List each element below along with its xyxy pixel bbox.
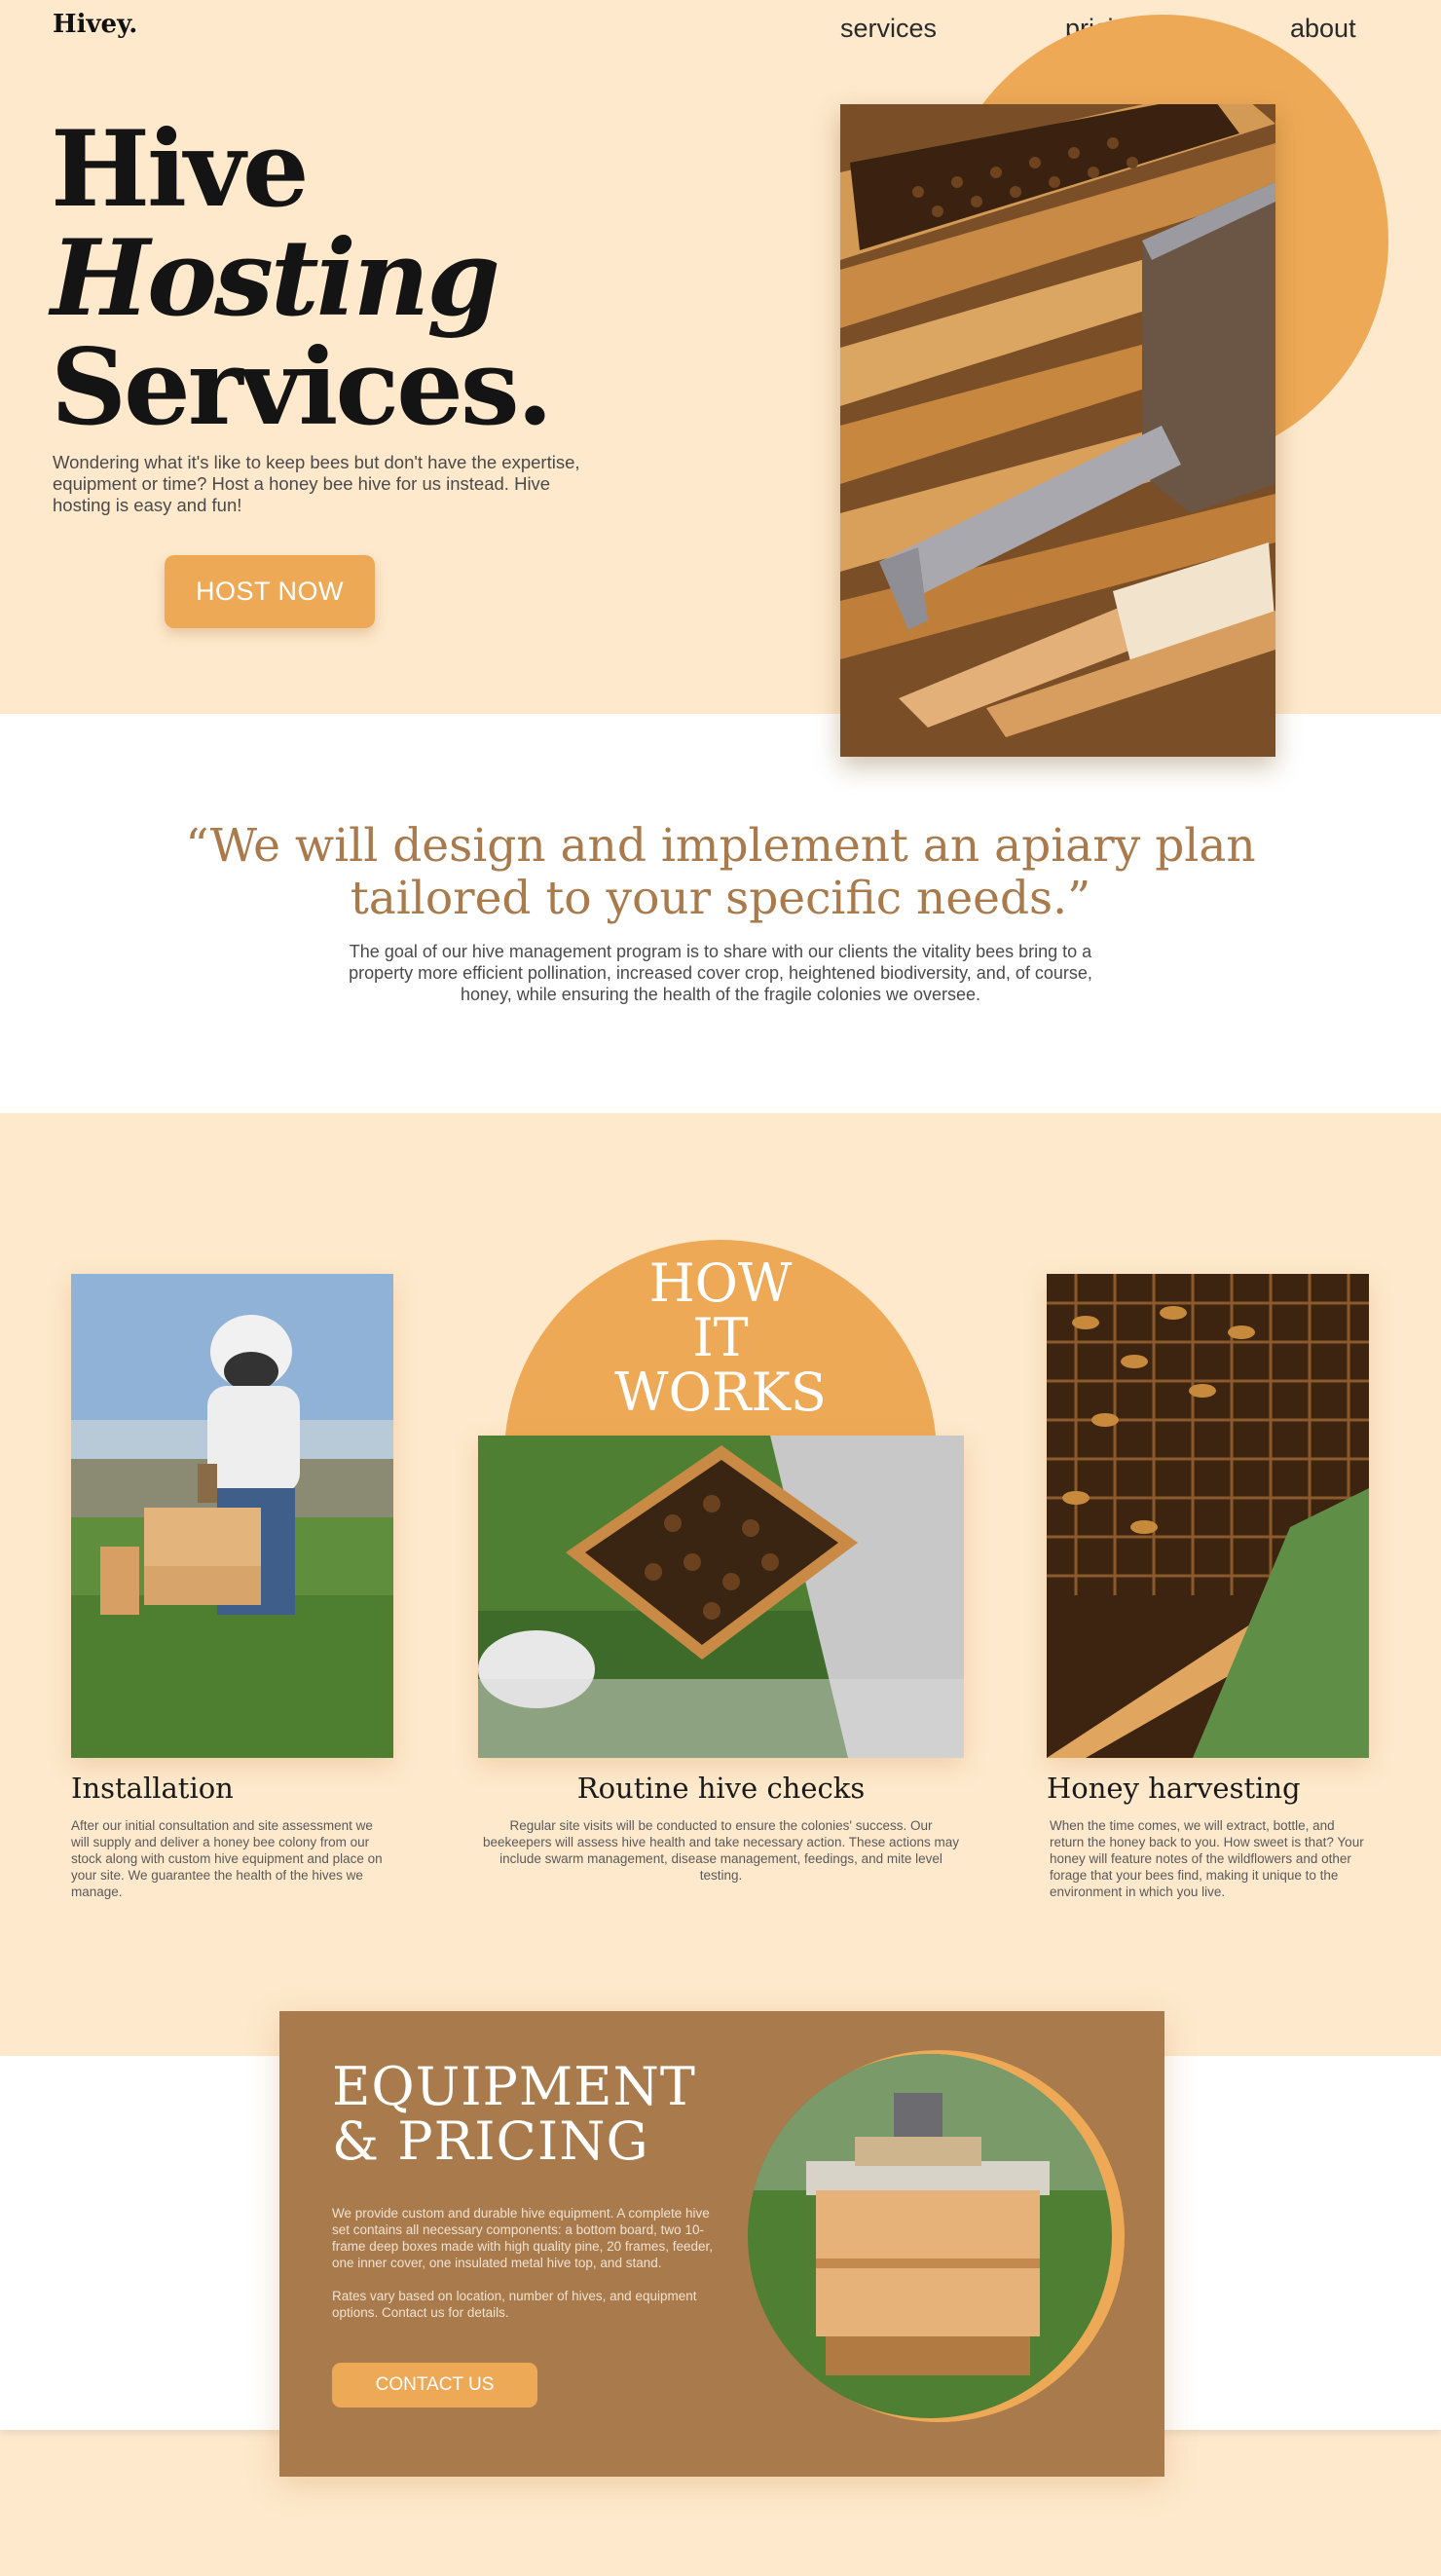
beekeeper-illustration xyxy=(71,1274,393,1758)
how-it-works-line-3: WORKS xyxy=(614,1362,827,1423)
equipment-pricing-title: EQUIPMENT & PRICING xyxy=(332,2060,696,2169)
card-title-honey-harvesting: Honey harvesting xyxy=(1047,1772,1301,1805)
card-text-honey-harvesting: When the time comes, we will extract, bo… xyxy=(1050,1818,1364,1899)
quote-body: The goal of our hive management program … xyxy=(349,942,1092,1004)
card-text-installation: After our initial consultation and site … xyxy=(71,1818,383,1899)
quote-heading: “We will design and implement an apiary … xyxy=(185,819,1256,925)
hero-image-hive-tools xyxy=(840,104,1275,757)
card-title-routine-checks: Routine hive checks xyxy=(576,1772,866,1805)
honeycomb-frame-illustration xyxy=(478,1436,964,1758)
hero-title-line-2: Hosting xyxy=(51,217,500,340)
hive-check-image xyxy=(478,1436,964,1758)
nav-link-services[interactable]: services xyxy=(840,14,937,44)
pricing-description: Rates vary based on location, number of … xyxy=(332,2289,697,2320)
equipment-title-line-2: & PRICING xyxy=(332,2110,649,2172)
card-text-routine-checks: Regular site visits will be conducted to… xyxy=(482,1818,960,1883)
installation-image xyxy=(71,1274,393,1758)
hero-title-line-3: Services. xyxy=(51,326,553,449)
hive-box-illustration xyxy=(748,2054,1112,2418)
hero-description: Wondering what it's like to keep bees bu… xyxy=(53,452,580,515)
equipment-description: We provide custom and durable hive equip… xyxy=(332,2206,713,2270)
host-now-button[interactable]: HOST NOW xyxy=(165,555,375,628)
equipment-image xyxy=(748,2054,1112,2418)
contact-us-button[interactable]: CONTACT US xyxy=(332,2363,537,2408)
honey-harvest-image xyxy=(1047,1274,1369,1758)
hero-title-line-1: Hive xyxy=(51,108,310,231)
hive-tools-illustration xyxy=(840,104,1275,757)
nav-link-about[interactable]: about xyxy=(1290,14,1356,44)
how-it-works-line-2: IT xyxy=(692,1307,749,1368)
equipment-title-line-1: EQUIPMENT xyxy=(332,2056,696,2117)
how-it-works-title: HOW IT WORKS xyxy=(504,1256,937,1420)
bees-honeycomb-illustration xyxy=(1047,1274,1369,1758)
site-logo[interactable]: Hivey. xyxy=(53,10,137,39)
how-it-works-line-1: HOW xyxy=(648,1252,793,1314)
hero-title: Hive Hosting Services. xyxy=(51,108,553,449)
card-title-installation: Installation xyxy=(71,1772,234,1805)
